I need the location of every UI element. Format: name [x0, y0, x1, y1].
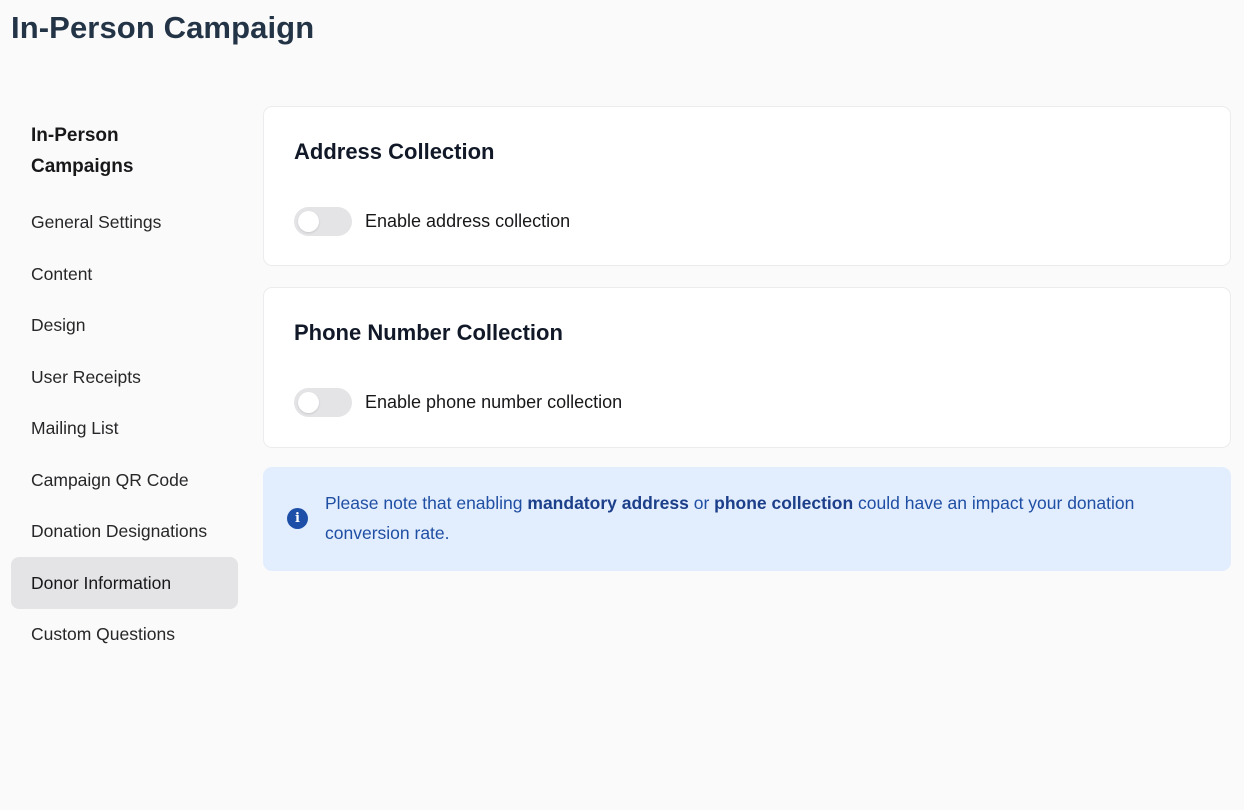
sidebar-heading-line-1: In-Person	[31, 125, 119, 146]
toggle-knob	[298, 211, 319, 232]
phone-collection-title: Phone Number Collection	[294, 320, 563, 345]
info-icon: i	[287, 508, 308, 529]
phone-toggle-label: Enable phone number collection	[365, 392, 623, 412]
notice-text-middle: or	[688, 493, 715, 513]
notice-bold-phone-collection: phone collection	[714, 493, 854, 513]
phone-collection-card: Phone Number Collection Enable phone num…	[263, 287, 1231, 448]
sidebar: In-Person Campaigns General Settings Con…	[11, 118, 238, 660]
sidebar-heading: In-Person Campaigns	[11, 118, 238, 182]
sidebar-item-design[interactable]: Design	[11, 299, 238, 351]
phone-collection-toggle[interactable]	[294, 388, 352, 417]
sidebar-item-general-settings[interactable]: General Settings	[11, 196, 238, 248]
sidebar-item-mailing-list[interactable]: Mailing List	[11, 402, 238, 454]
toggle-knob	[298, 392, 319, 413]
address-collection-card: Address Collection Enable address collec…	[263, 106, 1231, 266]
address-toggle-row: Enable address collection	[294, 207, 570, 236]
address-collection-title: Address Collection	[294, 139, 495, 164]
notice-bold-mandatory-address: mandatory address	[527, 493, 689, 513]
notice-text: Please note that enabling mandatory addr…	[325, 488, 1205, 548]
sidebar-item-user-receipts[interactable]: User Receipts	[11, 351, 238, 403]
info-notice: i Please note that enabling mandatory ad…	[263, 467, 1231, 571]
sidebar-item-campaign-qr-code[interactable]: Campaign QR Code	[11, 454, 238, 506]
sidebar-item-custom-questions[interactable]: Custom Questions	[11, 608, 238, 660]
sidebar-item-content[interactable]: Content	[11, 248, 238, 300]
sidebar-nav: General Settings Content Design User Rec…	[11, 196, 238, 660]
notice-text-before: Please note that enabling	[325, 493, 528, 513]
sidebar-item-donor-information[interactable]: Donor Information	[11, 556, 238, 609]
address-toggle-label: Enable address collection	[365, 211, 571, 231]
sidebar-heading-line-2: Campaigns	[31, 156, 134, 177]
sidebar-item-donation-designations[interactable]: Donation Designations	[11, 505, 238, 557]
phone-toggle-row: Enable phone number collection	[294, 388, 622, 417]
page-title: In-Person Campaign	[11, 10, 315, 45]
address-collection-toggle[interactable]	[294, 207, 352, 236]
